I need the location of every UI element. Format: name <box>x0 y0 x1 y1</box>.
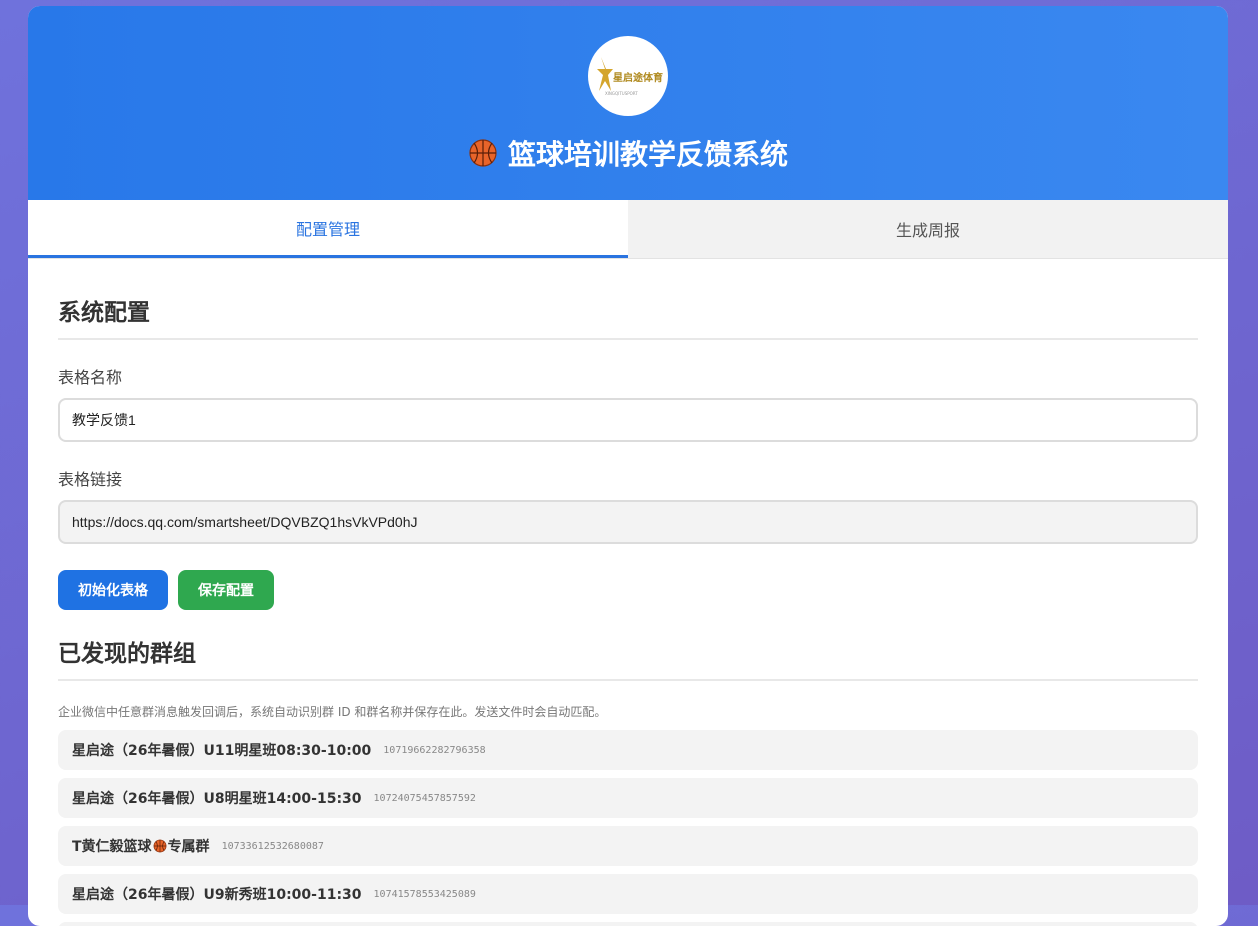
sheet-link-input[interactable] <box>58 500 1198 544</box>
sheet-name-input[interactable] <box>58 398 1198 442</box>
logo: 星启途体育 XINGQITUSPORT <box>588 36 668 116</box>
group-name-prefix: T黄仁毅篮球 <box>72 839 152 855</box>
logo-subtext: XINGQITUSPORT <box>605 91 638 96</box>
logo-text: 星启途体育 <box>613 71 663 84</box>
group-id: 10741578553425089 <box>373 888 476 900</box>
basketball-icon <box>469 139 497 167</box>
app-header: 星启途体育 XINGQITUSPORT 篮球培训教学反馈系统 <box>28 6 1228 200</box>
group-item[interactable] <box>58 922 1198 926</box>
group-name: 星启途（26年暑假）U9新秀班10:00-11:30 <box>72 887 362 903</box>
group-name: 星启途（26年暑假）U11明星班08:30-10:00 <box>72 743 372 759</box>
sheet-name-label: 表格名称 <box>58 368 123 387</box>
basketball-icon <box>153 839 166 853</box>
group-id: 10719662282796358 <box>383 744 486 756</box>
group-name: T黄仁毅篮球 专属群 <box>72 836 210 856</box>
group-name-suffix: 专属群 <box>167 839 210 855</box>
config-panel: 系统配置 表格名称 表格链接 初始化表格 保存配置 已发现的群组 企业微信中任意… <box>28 293 1228 926</box>
page-title-text: 篮球培训教学反馈系统 <box>507 138 788 171</box>
logo-mark-icon: 星启途体育 XINGQITUSPORT <box>597 57 663 96</box>
tab-bar: 配置管理 生成周报 <box>28 200 1228 259</box>
section-title-config: 系统配置 <box>58 293 1198 340</box>
page-title: 篮球培训教学反馈系统 <box>28 133 1228 173</box>
group-item[interactable]: 星启途（26年暑假）U8明星班14:00-15:30 1072407545785… <box>58 778 1198 818</box>
group-item[interactable]: T黄仁毅篮球 专属群 10733612532680087 <box>58 826 1198 866</box>
config-actions: 初始化表格 保存配置 <box>58 570 1198 610</box>
sheet-link-label: 表格链接 <box>58 470 123 489</box>
main-card: 星启途体育 XINGQITUSPORT 篮球培训教学反馈系统 配置管理 生成周报… <box>28 6 1228 926</box>
section-title-groups: 已发现的群组 <box>58 634 1198 681</box>
group-item[interactable]: 星启途（26年暑假）U9新秀班10:00-11:30 1074157855342… <box>58 874 1198 914</box>
groups-hint: 企业微信中任意群消息触发回调后，系统自动识别群 ID 和群名称并保存在此。发送文… <box>58 705 607 719</box>
group-item[interactable]: 星启途（26年暑假）U11明星班08:30-10:00 107196622827… <box>58 730 1198 770</box>
tab-config[interactable]: 配置管理 <box>28 200 628 258</box>
tab-weekly-report[interactable]: 生成周报 <box>628 200 1228 258</box>
group-id: 10724075457857592 <box>373 792 476 804</box>
group-name: 星启途（26年暑假）U8明星班14:00-15:30 <box>72 791 362 807</box>
group-id: 10733612532680087 <box>221 840 324 852</box>
save-config-button[interactable]: 保存配置 <box>178 570 274 610</box>
init-sheet-button[interactable]: 初始化表格 <box>58 570 168 610</box>
